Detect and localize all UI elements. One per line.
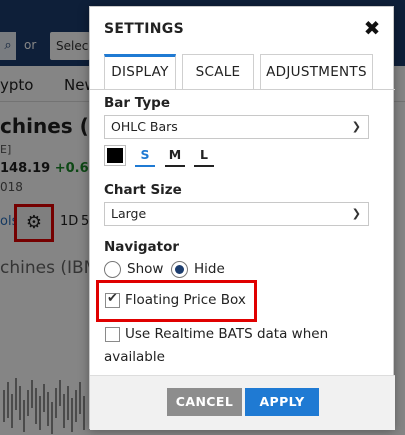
bar-color-swatch[interactable] xyxy=(104,145,126,166)
dialog-footer: CANCEL APPLY xyxy=(90,375,395,430)
bar-type-label: Bar Type xyxy=(104,95,170,111)
cancel-button[interactable]: CANCEL xyxy=(167,388,242,416)
floating-price-box-checkbox[interactable]: ✔ xyxy=(105,291,120,308)
apply-button[interactable]: APPLY xyxy=(245,388,319,416)
size-option-l[interactable]: L xyxy=(194,146,214,167)
tab-adjustments[interactable]: ADJUSTMENTS xyxy=(260,54,373,89)
navigator-show-label: Show xyxy=(127,261,164,277)
navigator-hide-label: Hide xyxy=(194,261,225,277)
bar-type-value: OHLC Bars xyxy=(111,119,178,134)
close-icon: ✖ xyxy=(363,16,381,40)
settings-dialog: SETTINGS ✖ DISPLAY SCALE ADJUSTMENTS Bar… xyxy=(89,6,395,430)
navigator-hide-radio[interactable] xyxy=(171,261,188,278)
dialog-title: SETTINGS xyxy=(104,21,184,37)
size-option-m[interactable]: M xyxy=(165,146,185,167)
color-fill xyxy=(107,148,123,163)
check-icon: ✔ xyxy=(107,291,118,306)
realtime-bats-label-line2: available xyxy=(104,349,165,365)
tab-display[interactable]: DISPLAY xyxy=(104,54,176,89)
navigator-label: Navigator xyxy=(104,239,179,255)
navigator-show-radio[interactable] xyxy=(104,261,121,278)
chart-size-select[interactable]: Large ❯ xyxy=(104,202,369,226)
chevron-down-icon: ❯ xyxy=(351,120,361,133)
realtime-bats-label-line1: Use Realtime BATS data when xyxy=(125,326,329,342)
floating-price-box-label: Floating Price Box xyxy=(125,292,246,308)
realtime-bats-checkbox[interactable] xyxy=(105,327,120,342)
tab-scale[interactable]: SCALE xyxy=(182,54,254,89)
chevron-down-icon: ❯ xyxy=(351,207,361,220)
chart-size-label: Chart Size xyxy=(104,182,182,198)
close-button[interactable]: ✖ xyxy=(362,18,382,38)
bar-type-select[interactable]: OHLC Bars ❯ xyxy=(104,115,369,139)
tab-divider xyxy=(90,89,395,90)
chart-size-value: Large xyxy=(111,206,147,221)
size-option-s[interactable]: S xyxy=(135,146,155,167)
